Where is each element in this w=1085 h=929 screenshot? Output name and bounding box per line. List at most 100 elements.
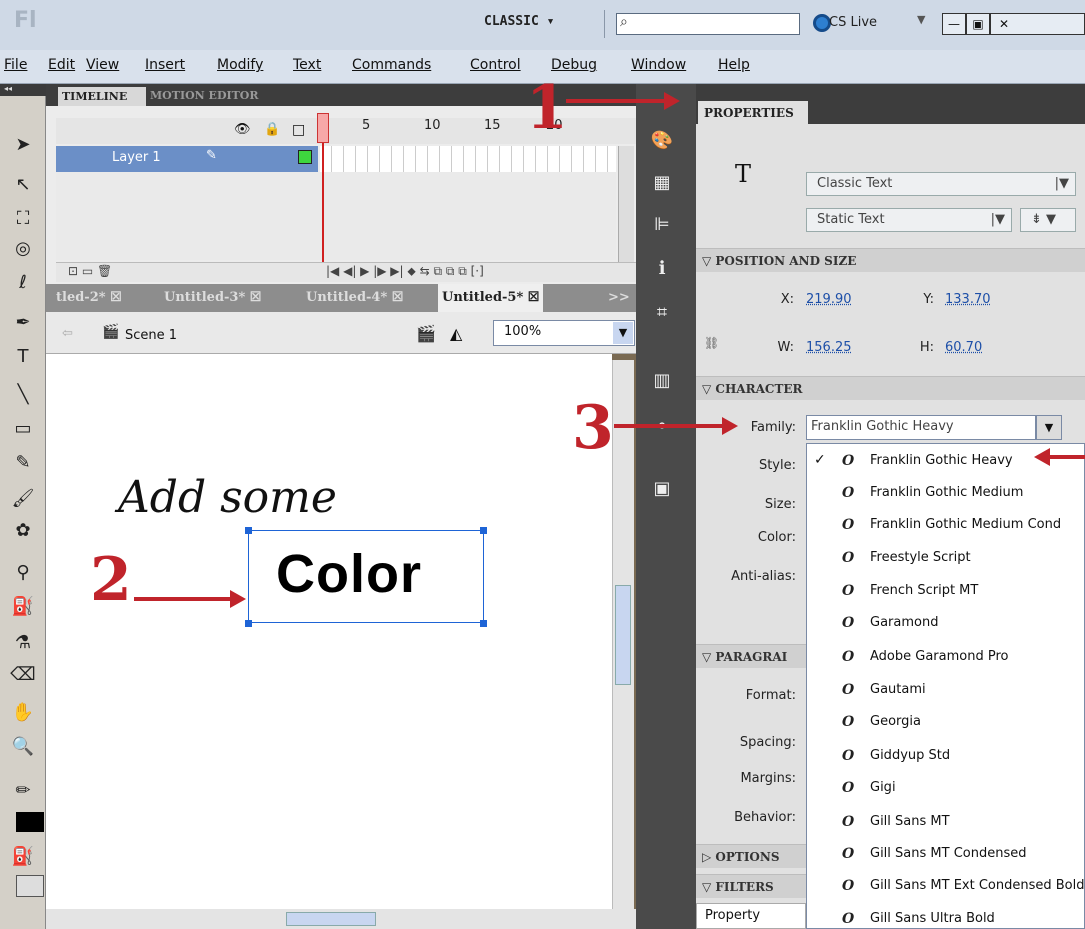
font-option[interactable]: O Gautami xyxy=(806,674,1085,706)
maximize-button[interactable]: ▣ xyxy=(966,13,990,35)
eyedropper-tool-icon[interactable]: ⚗ xyxy=(10,632,36,653)
section-paragraph[interactable]: ▽ PARAGRAI xyxy=(696,644,806,668)
close-button[interactable]: ✕ xyxy=(990,13,1085,35)
components-panel-icon[interactable]: ▣ xyxy=(648,478,676,504)
chevron-down-icon[interactable]: ▼ xyxy=(1036,415,1062,440)
fill-color-icon[interactable]: ⛽ xyxy=(10,846,36,867)
menu-control[interactable]: Control xyxy=(470,57,521,73)
back-arrow-icon[interactable]: ⇦ xyxy=(62,326,73,341)
link-icon[interactable]: ⛓ xyxy=(704,336,719,350)
layer-color-icon[interactable] xyxy=(298,150,312,164)
menu-file[interactable]: File xyxy=(4,57,27,73)
font-option[interactable]: O French Script MT xyxy=(806,575,1085,607)
scroll-thumb[interactable] xyxy=(615,585,631,685)
selection-tool-icon[interactable]: ➤ xyxy=(10,134,36,155)
stroke-color-icon[interactable]: ✏ xyxy=(10,780,36,801)
menu-modify[interactable]: Modify xyxy=(217,57,263,73)
workspace-switcher[interactable]: CLASSIC ▾ xyxy=(484,14,554,29)
selection-handle[interactable] xyxy=(245,527,252,534)
search-input[interactable] xyxy=(616,13,800,35)
menu-commands[interactable]: Commands xyxy=(352,57,431,73)
menu-window[interactable]: Window xyxy=(631,57,686,73)
free-transform-tool-icon[interactable]: ⛶ xyxy=(10,208,36,229)
tab-motion-editor[interactable]: MOTION EDITOR xyxy=(150,89,259,102)
text-tool-icon[interactable]: T xyxy=(10,346,36,367)
font-option[interactable]: O Gill Sans MT Condensed xyxy=(806,838,1085,870)
paint-bucket-tool-icon[interactable]: ⛽ xyxy=(10,596,36,617)
eye-icon[interactable]: 👁 xyxy=(234,122,251,137)
orientation-select[interactable]: ⇟ ▼ xyxy=(1020,208,1076,232)
y-value[interactable]: 133.70 xyxy=(945,292,991,307)
info-panel-icon[interactable]: ℹ xyxy=(648,258,676,284)
font-option[interactable]: O Adobe Garamond Pro xyxy=(806,641,1085,673)
frames-strip[interactable] xyxy=(320,146,616,172)
layer-row[interactable]: ✎ xyxy=(56,146,318,172)
timeline-scrollbar[interactable] xyxy=(618,146,634,262)
text-engine-select[interactable]: Classic Text |▼ xyxy=(806,172,1076,196)
eraser-tool-icon[interactable]: ⌫ xyxy=(10,664,36,685)
playback-controls[interactable]: |◀ ◀| ▶ |▶ ▶| ⬥ ⇆ ⧉ ⧉ ⧉ [·] xyxy=(326,264,484,279)
subselection-tool-icon[interactable]: ↖ xyxy=(10,174,36,195)
bone-tool-icon[interactable]: ⚲ xyxy=(10,562,36,583)
menu-debug[interactable]: Debug xyxy=(551,57,597,73)
hand-tool-icon[interactable]: ✋ xyxy=(10,702,36,723)
3d-rotation-tool-icon[interactable]: ◎ xyxy=(10,238,36,259)
w-value[interactable]: 156.25 xyxy=(806,340,852,355)
font-option[interactable]: O Gill Sans MT Ext Condensed Bold xyxy=(806,870,1085,902)
font-option[interactable]: O Gill Sans Ultra Bold xyxy=(806,903,1085,929)
menu-text[interactable]: Text xyxy=(293,57,321,73)
stage[interactable] xyxy=(46,354,612,909)
horizontal-scrollbar[interactable] xyxy=(46,909,636,929)
menu-help[interactable]: Help xyxy=(718,57,750,73)
font-family-select[interactable]: Franklin Gothic Heavy xyxy=(806,415,1036,440)
stage-text-color[interactable]: Color xyxy=(276,543,422,605)
rectangle-tool-icon[interactable]: ▭ xyxy=(10,418,36,439)
tab-timeline[interactable]: TIMELINE xyxy=(58,87,146,106)
menu-edit[interactable]: Edit xyxy=(48,57,75,73)
doc-tab[interactable]: tled-2* ☒ xyxy=(52,284,126,312)
chevron-down-icon[interactable]: ▼ xyxy=(917,13,925,26)
align-panel-icon[interactable]: ⊫ xyxy=(648,214,676,240)
pencil-tool-icon[interactable]: ✎ xyxy=(10,452,36,473)
section-options[interactable]: ▷ OPTIONS xyxy=(696,844,806,868)
section-filters[interactable]: ▽ FILTERS xyxy=(696,874,806,898)
minimize-button[interactable]: — xyxy=(942,13,966,35)
doc-tab[interactable]: Untitled-4* ☒ xyxy=(302,284,407,312)
selection-handle[interactable] xyxy=(480,527,487,534)
color-panel-icon[interactable]: 🎨 xyxy=(648,130,676,156)
deco-tool-icon[interactable]: ✿ xyxy=(10,520,36,541)
text-type-select[interactable]: Static Text |▼ xyxy=(806,208,1012,232)
font-option[interactable]: O Franklin Gothic Medium xyxy=(806,477,1085,509)
font-option[interactable]: O Franklin Gothic Medium Cond xyxy=(806,509,1085,541)
tab-properties[interactable]: PROPERTIES xyxy=(698,101,808,125)
font-option[interactable]: O Garamond xyxy=(806,607,1085,639)
cs-live-button[interactable]: CS Live xyxy=(829,15,877,30)
edit-scene-icon[interactable]: 🎬 xyxy=(416,324,436,343)
stroke-color-swatch[interactable] xyxy=(16,812,44,832)
outline-icon[interactable]: □ xyxy=(292,122,305,138)
pen-tool-icon[interactable]: ✒ xyxy=(10,312,36,333)
stage-text-add-some[interactable]: Add some xyxy=(118,472,337,523)
doc-tab[interactable]: Untitled-3* ☒ xyxy=(160,284,265,312)
fill-color-swatch[interactable] xyxy=(16,875,44,897)
font-option[interactable]: O Freestyle Script xyxy=(806,542,1085,574)
brush-tool-icon[interactable]: 🖌 xyxy=(10,488,36,509)
edit-symbol-icon[interactable]: ◭ xyxy=(450,324,462,343)
line-tool-icon[interactable]: ╲ xyxy=(10,384,36,405)
scroll-thumb[interactable] xyxy=(286,912,376,926)
section-character[interactable]: ▽ CHARACTER xyxy=(696,376,1085,400)
motion-presets-icon[interactable]: ⚬ xyxy=(648,416,676,442)
lock-icon[interactable]: 🔒 xyxy=(264,122,280,137)
menu-view[interactable]: View xyxy=(86,57,119,73)
selection-handle[interactable] xyxy=(245,620,252,627)
playhead[interactable] xyxy=(317,113,329,143)
font-option[interactable]: O Gill Sans MT xyxy=(806,806,1085,838)
library-panel-icon[interactable]: ▥ xyxy=(648,370,676,396)
lasso-tool-icon[interactable]: ℓ xyxy=(10,272,36,293)
font-option[interactable]: O Giddyup Std xyxy=(806,740,1085,772)
menu-insert[interactable]: Insert xyxy=(145,57,185,73)
chevron-down-icon[interactable]: ▼ xyxy=(613,322,633,344)
h-value[interactable]: 60.70 xyxy=(945,340,982,355)
stage-scrollbar[interactable] xyxy=(612,360,634,910)
swatches-panel-icon[interactable]: ▦ xyxy=(648,172,676,198)
